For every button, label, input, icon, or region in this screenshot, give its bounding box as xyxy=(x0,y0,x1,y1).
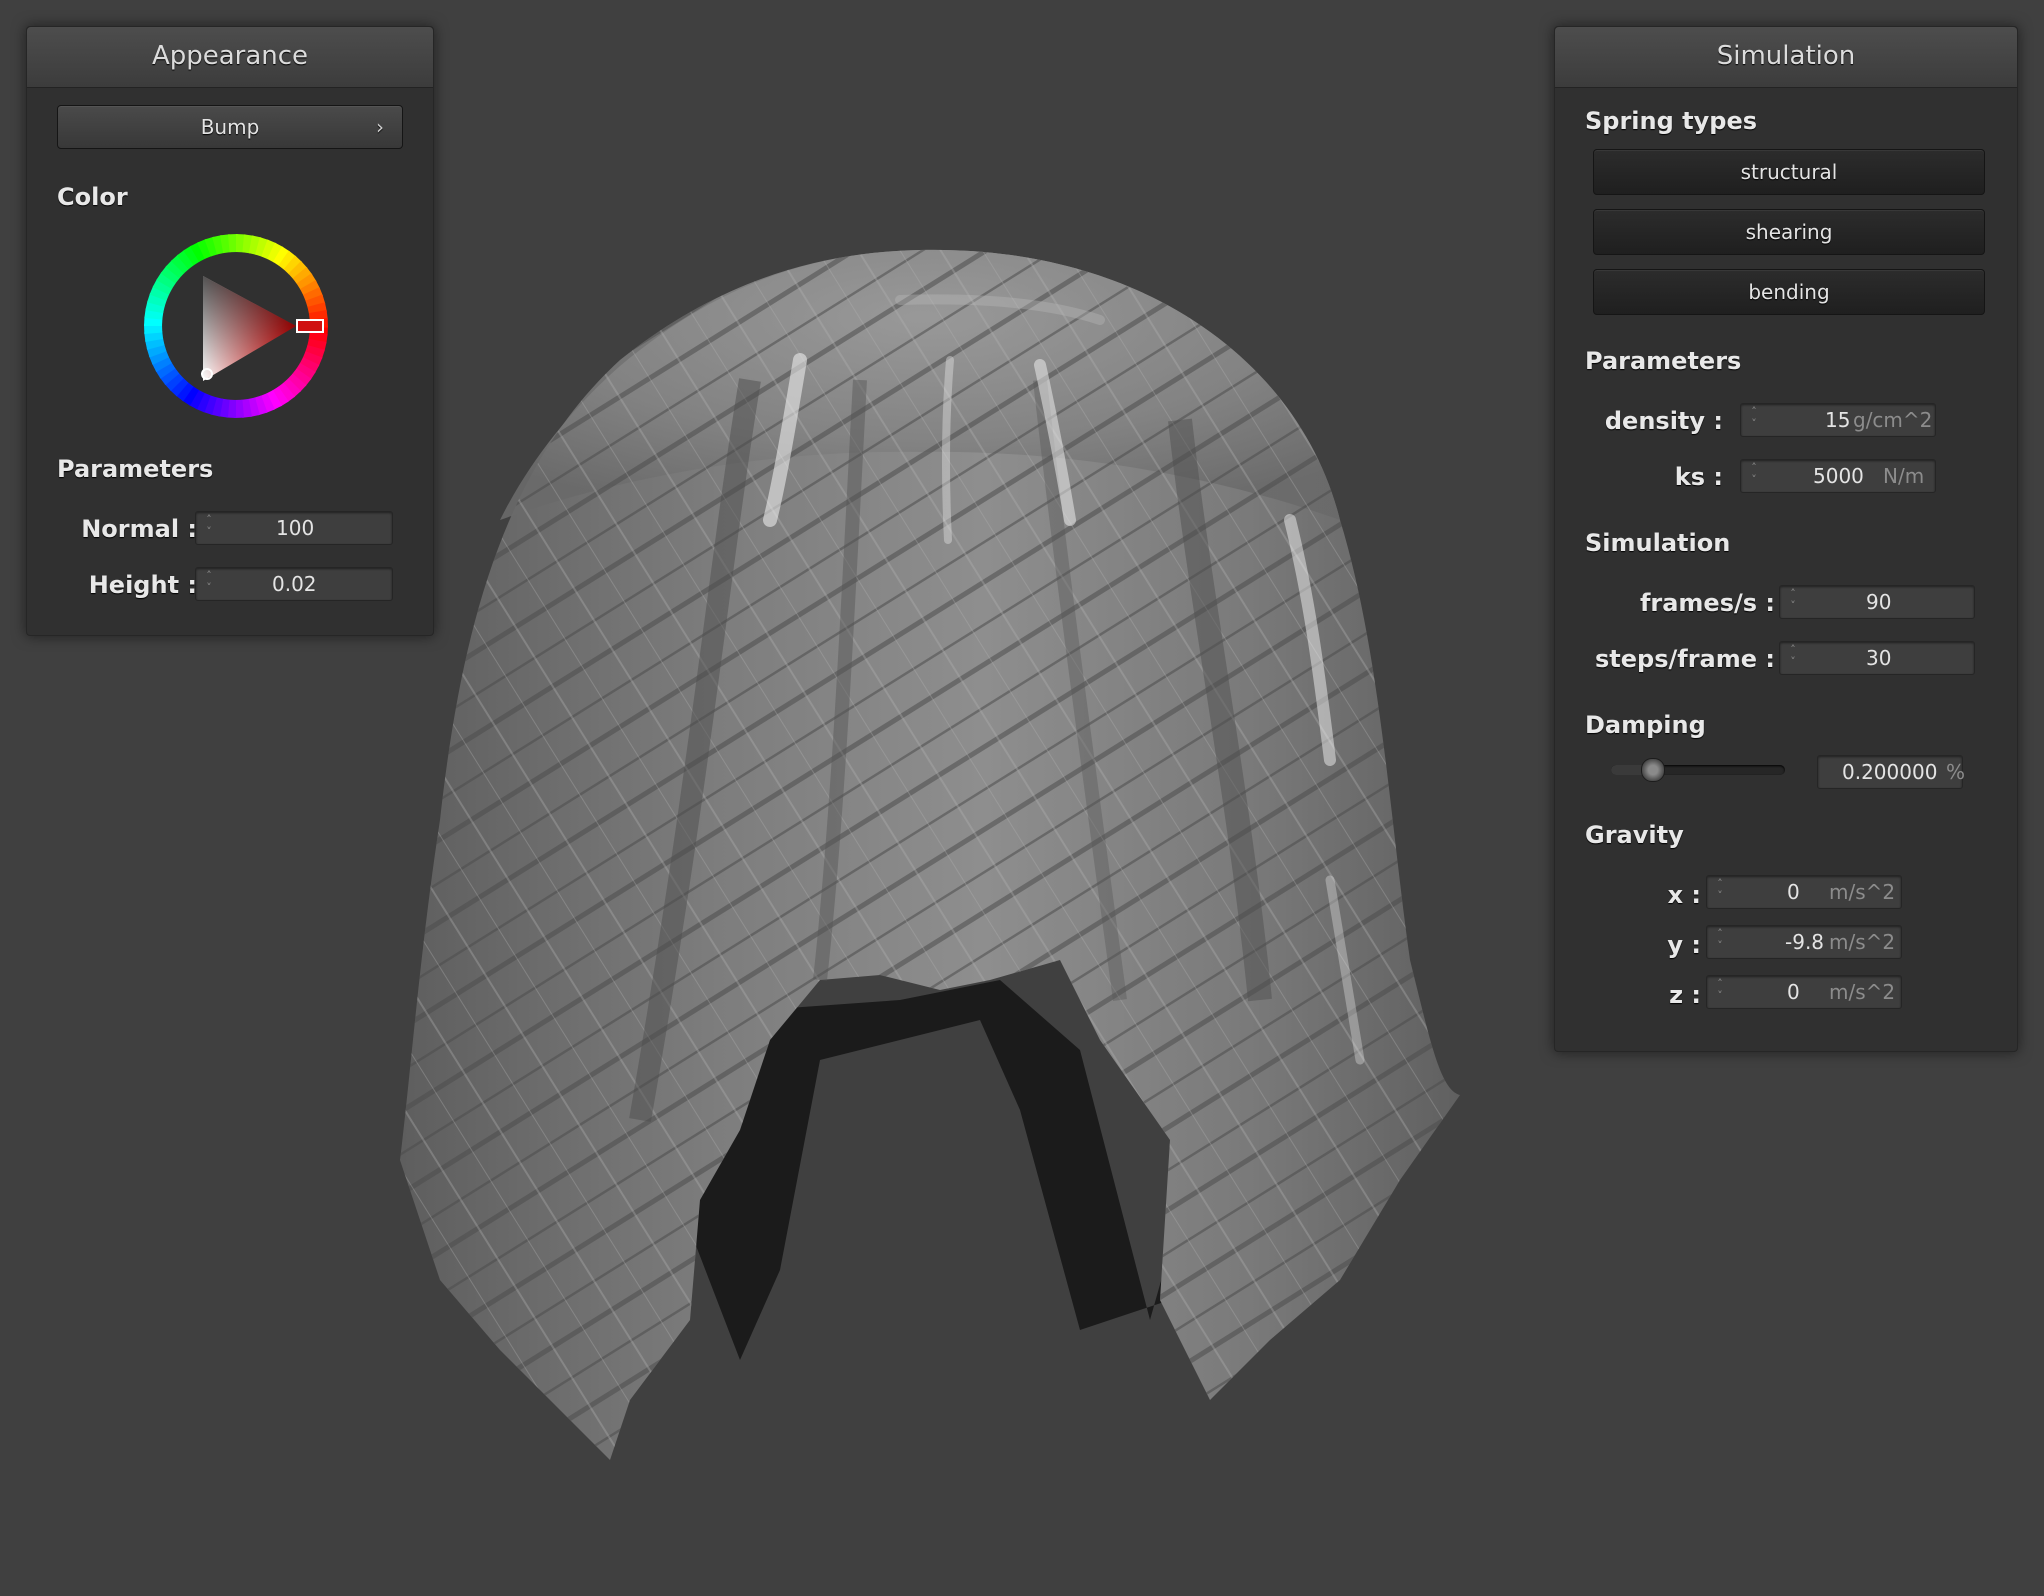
spin-arrows-icon[interactable]: ˄ ˅ xyxy=(1747,406,1761,434)
hue-selector-handle[interactable] xyxy=(296,319,324,333)
spring-types-label: Spring types xyxy=(1585,107,1758,135)
appearance-panel-title: Appearance xyxy=(27,27,433,88)
spin-arrows-icon[interactable]: ˄ ˅ xyxy=(1713,928,1727,956)
damping-value-field[interactable]: 0.200000 % xyxy=(1817,755,1965,789)
spin-arrows-icon[interactable]: ˄ ˅ xyxy=(1786,588,1800,616)
spin-arrows-icon[interactable]: ˄ ˅ xyxy=(1713,878,1727,906)
gravity-z-label: z : xyxy=(1669,981,1701,1009)
damping-label: Damping xyxy=(1585,711,1706,739)
gravity-z-spinbox[interactable]: ˄ ˅ 0 m/s^2 xyxy=(1706,975,1902,1009)
bump-mode-label: Bump xyxy=(200,115,260,139)
gravity-y-spinbox[interactable]: ˄ ˅ -9.8 m/s^2 xyxy=(1706,925,1902,959)
simulation-parameters-label: Parameters xyxy=(1585,347,1742,375)
bump-mode-button[interactable]: Bump › xyxy=(57,105,403,149)
color-wheel[interactable] xyxy=(141,231,331,421)
density-label: density : xyxy=(1604,407,1723,435)
frames-per-second-label: frames/s : xyxy=(1639,589,1775,617)
height-spinbox[interactable]: ˄ ˅ 0.02 xyxy=(195,567,393,601)
color-label: Color xyxy=(57,183,128,211)
damping-slider[interactable] xyxy=(1611,758,1785,782)
height-label: Height : xyxy=(88,571,197,599)
simulation-panel: Simulation Spring types structural shear… xyxy=(1554,26,2018,1052)
structural-spring-button[interactable]: structural xyxy=(1593,149,1985,195)
appearance-parameters-label: Parameters xyxy=(57,455,214,483)
gravity-label: Gravity xyxy=(1585,821,1684,849)
frames-per-second-spinbox[interactable]: ˄ ˅ 90 xyxy=(1779,585,1975,619)
simulation-panel-title: Simulation xyxy=(1555,27,2017,88)
chevron-right-icon: › xyxy=(376,115,384,139)
cloth-mesh xyxy=(400,249,1460,1461)
normal-spinbox[interactable]: ˄ ˅ 100 xyxy=(195,511,393,545)
spin-arrows-icon[interactable]: ˄ ˅ xyxy=(202,570,216,598)
damping-slider-handle[interactable] xyxy=(1641,758,1666,782)
density-spinbox[interactable]: ˄ ˅ 15 g/cm^2 xyxy=(1740,403,1936,437)
spin-arrows-icon[interactable]: ˄ ˅ xyxy=(1747,462,1761,490)
spin-arrows-icon[interactable]: ˄ ˅ xyxy=(1713,978,1727,1006)
simulation-section-label: Simulation xyxy=(1585,529,1731,557)
steps-per-frame-label: steps/frame : xyxy=(1595,645,1775,673)
ks-label: ks : xyxy=(1674,463,1723,491)
ks-spinbox[interactable]: ˄ ˅ 5000 N/m xyxy=(1740,459,1936,493)
appearance-panel: Appearance Bump › Color Parameters Norma… xyxy=(26,26,434,636)
bending-spring-button[interactable]: bending xyxy=(1593,269,1985,315)
spin-arrows-icon[interactable]: ˄ ˅ xyxy=(1786,644,1800,672)
spin-arrows-icon[interactable]: ˄ ˅ xyxy=(202,514,216,542)
normal-label: Normal : xyxy=(81,515,197,543)
gravity-x-spinbox[interactable]: ˄ ˅ 0 m/s^2 xyxy=(1706,875,1902,909)
gravity-x-label: x : xyxy=(1667,881,1701,909)
shearing-spring-button[interactable]: shearing xyxy=(1593,209,1985,255)
gravity-y-label: y : xyxy=(1667,931,1701,959)
steps-per-frame-spinbox[interactable]: ˄ ˅ 30 xyxy=(1779,641,1975,675)
